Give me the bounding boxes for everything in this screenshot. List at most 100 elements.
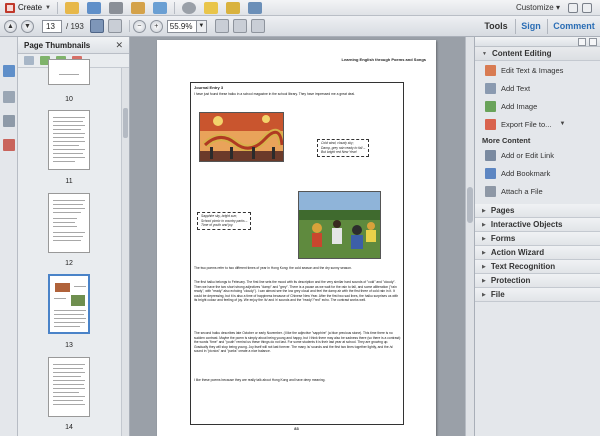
pane-options-icon[interactable] [578,38,586,46]
attachments-paperclip-icon[interactable] [3,91,15,103]
email-icon[interactable] [130,1,145,14]
image-icon [485,100,496,112]
section-protection[interactable]: ▶ Protection [475,274,600,288]
paperclip-icon [485,185,496,197]
content-frame: Journal Entry 3 I have just found these … [190,82,404,425]
stamp-icon[interactable] [247,1,262,14]
chevron-right-icon: ▶ [482,263,486,270]
section-forms[interactable]: ▶ Forms [475,232,600,246]
add-image-button[interactable]: Add Image [475,97,600,115]
dragon-dance-photo [199,112,284,162]
options-menu-icon[interactable] [24,56,34,65]
attach-file-button[interactable]: Attach a File [475,182,600,200]
toolbar-divider [56,1,58,14]
close-icon[interactable]: ✕ [115,40,123,51]
page-thumbnails-panel: Page Thumbnails ✕ 10 11 12 13 14 [18,37,130,436]
export-file-button[interactable]: Export File to... ▼ [475,115,600,133]
navigation-pane-strip [0,37,18,436]
chevron-right-icon: ▶ [482,277,486,284]
thumbnails-scrollbar[interactable] [121,68,129,436]
cloud-share-icon[interactable] [152,1,167,14]
previous-page-button[interactable]: ▲ [4,19,17,33]
create-label: Create [18,3,43,12]
add-edit-link-button[interactable]: Add or Edit Link [475,146,600,164]
hand-tool-icon[interactable] [107,19,122,33]
document-scrollbar[interactable] [465,37,474,436]
add-bookmark-button[interactable]: Add Bookmark [475,164,600,182]
chevron-down-icon: ▼ [45,4,51,11]
signatures-pen-icon[interactable] [3,115,15,127]
body-paragraph-4: I like these poems because they are real… [194,378,326,382]
section-action-wizard[interactable]: ▶ Action Wizard [475,246,600,260]
customize-menu[interactable]: Customize ▾ [516,3,560,12]
haiku-box-autumn: Sapphire sky, bright sun; School picnic … [197,212,252,230]
body-paragraph-1: The two poems refer to two different tim… [194,266,352,270]
save-icon[interactable] [86,1,101,14]
add-text-button[interactable]: Add Text [475,79,600,97]
next-page-button[interactable]: ▼ [21,19,34,33]
fit-page-icon[interactable] [214,19,229,33]
school-picnic-photo [298,191,381,259]
thumbnail-label: 11 [65,178,73,185]
layers-icon[interactable] [3,139,15,151]
chevron-right-icon: ▶ [482,249,486,256]
page-thumbnail[interactable] [48,110,90,170]
highlight-icon[interactable] [225,1,240,14]
comment-bubble-icon[interactable] [203,1,218,14]
page-thumbnails-icon[interactable] [3,65,15,77]
zoom-out-button[interactable]: − [132,19,146,33]
thumbnails-header: Page Thumbnails ✕ [18,37,129,54]
zoom-dropdown[interactable]: ▼ [196,19,207,33]
pane-close-icon[interactable] [589,38,597,46]
chevron-right-icon: ▶ [482,235,486,242]
page-number: 83 [294,426,299,431]
toolbar-divider [128,20,130,32]
toolbar-divider [173,1,175,14]
entry-title: Journal Entry 3 [194,85,224,90]
chevron-down-icon: ▼ [559,121,566,127]
chevron-right-icon: ▶ [482,291,486,298]
section-interactive-objects[interactable]: ▶ Interactive Objects [475,218,600,232]
tab-sign[interactable]: Sign [516,16,546,37]
tab-comment[interactable]: Comment [548,16,600,37]
page-thumbnail-selected[interactable] [48,274,90,334]
thumbnails-title: Page Thumbnails [24,41,91,50]
zoom-in-button[interactable]: + [149,19,163,33]
scrollbar-thumb[interactable] [123,108,128,138]
running-header: Learning English through Poems and Songs [341,57,426,62]
thumbnail-label: 10 [65,96,73,103]
section-pages[interactable]: ▶ Pages [475,204,600,218]
tools-pane: ▼ Content Editing Edit Text & Images Add… [474,37,600,436]
read-mode-icon[interactable] [250,19,265,33]
gear-icon[interactable] [181,1,196,14]
window-restore-icon[interactable] [582,3,592,13]
zoom-level-input[interactable]: 55.9% [166,19,197,33]
open-folder-icon[interactable] [64,1,79,14]
print-icon[interactable] [108,1,123,14]
intro-paragraph: I have just found these haiku in a schoo… [194,92,355,96]
create-button[interactable]: Create ▼ [2,1,54,15]
bookmark-icon [485,167,496,179]
tab-tools[interactable]: Tools [478,16,514,37]
page-number-input[interactable]: 13 [42,19,62,33]
window-minimize-icon[interactable] [568,3,578,13]
section-file[interactable]: ▶ File [475,288,600,302]
chevron-down-icon: ▼ [482,50,487,57]
edit-text-icon [485,64,496,76]
link-icon [485,149,496,161]
edit-text-images-button[interactable]: Edit Text & Images [475,61,600,79]
section-text-recognition[interactable]: ▶ Text Recognition [475,260,600,274]
page-thumbnail[interactable] [48,357,90,417]
section-content-editing[interactable]: ▼ Content Editing [475,47,600,61]
select-tool-icon[interactable] [89,19,104,33]
fit-width-icon[interactable] [232,19,247,33]
document-view[interactable]: Learning English through Poems and Songs… [130,37,474,436]
thumbnail-label: 12 [65,260,73,267]
chevron-right-icon: ▶ [482,221,486,228]
scrollbar-thumb[interactable] [467,187,473,223]
page-thumbnail[interactable] [48,59,90,85]
pdf-page: Learning English through Poems and Songs… [157,40,436,436]
thumbnail-label: 13 [65,342,73,349]
chevron-down-icon: ▾ [555,3,560,12]
page-thumbnail[interactable] [48,193,90,253]
